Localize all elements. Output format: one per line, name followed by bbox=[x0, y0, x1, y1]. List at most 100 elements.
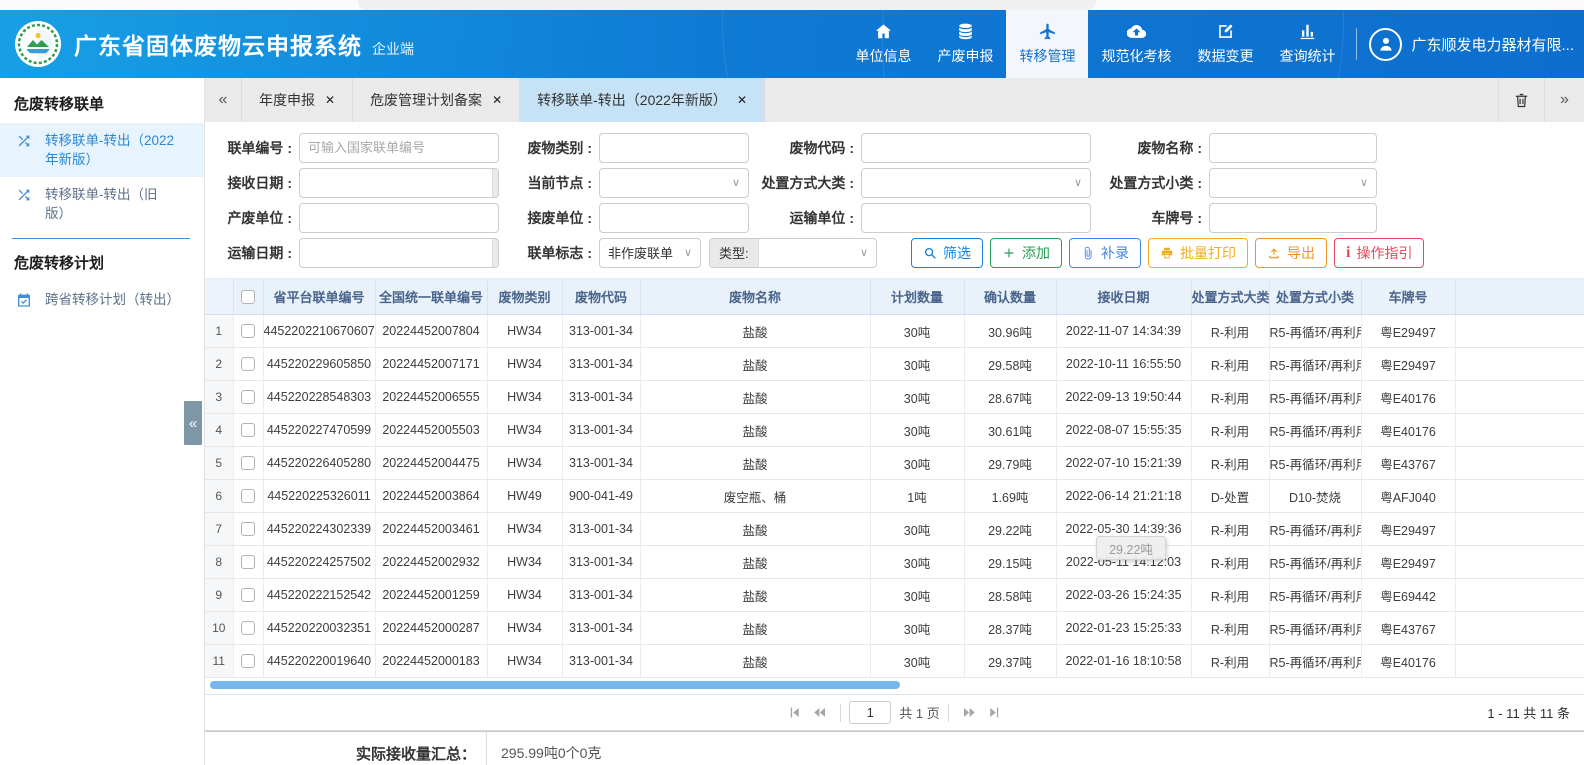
table-cell: R5-再循环/再利用其 bbox=[1269, 414, 1361, 447]
add-button[interactable]: 添加 bbox=[990, 238, 1062, 268]
row-checkbox[interactable] bbox=[241, 357, 255, 371]
table-row[interactable]: 1144522022001964020224452000183HW34313-0… bbox=[205, 645, 1584, 678]
summary-label: 实际接收量汇总： bbox=[205, 732, 487, 765]
close-all-tabs-trash-icon[interactable] bbox=[1498, 78, 1544, 122]
column-header[interactable]: 全国统一联单编号 bbox=[375, 279, 487, 315]
manifest-flag-select[interactable]: 非作废联单∨ bbox=[599, 238, 701, 268]
column-header[interactable]: 计划数量 bbox=[870, 279, 964, 315]
nav-transfer-mgmt[interactable]: 转移管理 bbox=[1006, 10, 1088, 78]
guide-button[interactable]: i操作指引 bbox=[1334, 238, 1424, 268]
prev-page-icon[interactable] bbox=[812, 705, 827, 720]
column-header[interactable]: 接收日期 bbox=[1056, 279, 1191, 315]
row-checkbox[interactable] bbox=[241, 621, 255, 635]
generator-unit-input[interactable] bbox=[300, 204, 498, 232]
app-title: 广东省固体废物云申报系统 bbox=[74, 27, 362, 61]
table-cell: 20224452003461 bbox=[375, 513, 487, 546]
row-checkbox[interactable] bbox=[241, 654, 255, 668]
plate-no-input[interactable] bbox=[1210, 204, 1376, 232]
table-cell: R-利用 bbox=[1191, 645, 1269, 678]
transport-date-range-start[interactable] bbox=[300, 239, 492, 267]
column-header[interactable]: 处置方式小类 bbox=[1269, 279, 1361, 315]
column-header[interactable]: 废物名称 bbox=[640, 279, 870, 315]
batch-print-button[interactable]: 批量打印 bbox=[1148, 238, 1248, 268]
sidebar-item[interactable]: 转移联单-转出（2022年新版） bbox=[0, 123, 204, 177]
page-number-input[interactable] bbox=[849, 701, 891, 724]
row-checkbox[interactable] bbox=[241, 489, 255, 503]
sidebar-collapse-button[interactable]: « bbox=[184, 401, 202, 445]
nav-waste-declare[interactable]: 产废申报 bbox=[924, 10, 1006, 78]
receive-date-range-start[interactable] bbox=[300, 169, 492, 197]
nav-data-change[interactable]: 数据变更 bbox=[1184, 10, 1266, 78]
sidebar-item[interactable]: 转移联单-转出（旧版） bbox=[0, 177, 204, 231]
supplement-button[interactable]: 补录 bbox=[1069, 238, 1141, 268]
sidebar-item-label: 跨省转移计划（转出） bbox=[45, 290, 177, 309]
row-checkbox[interactable] bbox=[241, 423, 255, 437]
first-page-icon[interactable] bbox=[787, 705, 802, 720]
row-checkbox[interactable] bbox=[241, 555, 255, 569]
table-cell: 粤E29497 bbox=[1361, 315, 1455, 348]
sidebar-item[interactable]: 跨省转移计划（转出） bbox=[0, 282, 204, 317]
last-page-icon[interactable] bbox=[987, 705, 1002, 720]
tab[interactable]: 转移联单-转出（2022年新版）✕ bbox=[519, 78, 765, 122]
row-checkbox[interactable] bbox=[241, 588, 255, 602]
nav-standard-check[interactable]: 规范化考核 bbox=[1088, 10, 1184, 78]
nav-unit-info[interactable]: 单位信息 bbox=[842, 10, 924, 78]
horizontal-scrollbar-thumb[interactable] bbox=[210, 681, 900, 689]
current-node-select[interactable]: ∨ bbox=[599, 168, 749, 198]
tab-close-icon[interactable]: ✕ bbox=[325, 93, 335, 107]
row-checkbox[interactable] bbox=[241, 324, 255, 338]
waste-category-input[interactable] bbox=[600, 134, 748, 162]
table-row[interactable]: 444522022747059920224452005503HW34313-00… bbox=[205, 414, 1584, 447]
type-addon-label: 类型: bbox=[710, 239, 759, 267]
table-cell: 30吨 bbox=[870, 348, 964, 381]
nav-label: 转移管理 bbox=[1019, 46, 1075, 66]
table-row[interactable]: 344522022854830320224452006555HW34313-00… bbox=[205, 381, 1584, 414]
disposal-minor-select[interactable]: ∨ bbox=[1209, 168, 1377, 198]
table-row[interactable]: 544522022640528020224452004475HW34313-00… bbox=[205, 447, 1584, 480]
column-header[interactable]: 车牌号 bbox=[1361, 279, 1455, 315]
column-header[interactable]: 省平台联单编号 bbox=[263, 279, 375, 315]
tab[interactable]: 年度申报✕ bbox=[241, 78, 352, 122]
row-checkbox[interactable] bbox=[241, 522, 255, 536]
type-select[interactable]: ∨ bbox=[759, 239, 876, 267]
table-row[interactable]: 744522022430233920224452003461HW34313-00… bbox=[205, 513, 1584, 546]
table-row[interactable]: 244522022960585020224452007171HW34313-00… bbox=[205, 348, 1584, 381]
column-header[interactable]: 确认数量 bbox=[964, 279, 1056, 315]
table-row[interactable]: 1445220221067060720224452007804HW34313-0… bbox=[205, 315, 1584, 348]
tabs-scroll-right-icon[interactable]: » bbox=[1544, 78, 1584, 122]
select-all-checkbox[interactable] bbox=[241, 290, 255, 304]
user-menu[interactable]: 广东顺发电力器材有限... bbox=[1365, 10, 1584, 78]
value-tooltip: 29.22吨 bbox=[1096, 536, 1166, 560]
next-page-icon[interactable] bbox=[962, 705, 977, 720]
filter-button[interactable]: 筛选 bbox=[911, 238, 983, 268]
export-button[interactable]: 导出 bbox=[1255, 238, 1327, 268]
table-cell: 28.58吨 bbox=[964, 579, 1056, 612]
filter-label: 接废单位 : bbox=[507, 208, 599, 228]
table-row[interactable]: 844522022425750220224452002932HW34313-00… bbox=[205, 546, 1584, 579]
table-row[interactable]: 944522022215254220224452001259HW34313-00… bbox=[205, 579, 1584, 612]
manifest-no-input[interactable] bbox=[300, 134, 498, 162]
waste-code-input[interactable] bbox=[862, 134, 1090, 162]
row-checkbox[interactable] bbox=[241, 390, 255, 404]
table-row[interactable]: 644522022532601120224452003864HW49900-04… bbox=[205, 480, 1584, 513]
transport-unit-input[interactable] bbox=[862, 204, 1090, 232]
column-header[interactable]: 处置方式大类 bbox=[1191, 279, 1269, 315]
table-cell: 445220224302339 bbox=[263, 513, 375, 546]
disposal-major-select[interactable]: ∨ bbox=[861, 168, 1091, 198]
table-cell: 粤E40176 bbox=[1361, 381, 1455, 414]
total-pages-label: 共 1 页 bbox=[899, 703, 939, 722]
tab[interactable]: 危废管理计划备案✕ bbox=[352, 78, 519, 122]
filter-label: 联单标志 : bbox=[507, 243, 599, 263]
receiver-unit-input[interactable] bbox=[600, 204, 748, 232]
table-row[interactable]: 1044522022003235120224452000287HW34313-0… bbox=[205, 612, 1584, 645]
nav-query-stats[interactable]: 查询统计 bbox=[1266, 10, 1348, 78]
row-checkbox[interactable] bbox=[241, 456, 255, 470]
tabs-scroll-left-icon[interactable]: « bbox=[205, 78, 241, 122]
column-header[interactable]: 废物类别 bbox=[487, 279, 562, 315]
tab-bar: « 年度申报✕危废管理计划备案✕转移联单-转出（2022年新版）✕ » bbox=[205, 78, 1584, 122]
waste-name-input[interactable] bbox=[1210, 134, 1376, 162]
tab-close-icon[interactable]: ✕ bbox=[737, 93, 747, 107]
tab-close-icon[interactable]: ✕ bbox=[492, 93, 502, 107]
sidebar-item-label: 转移联单-转出（2022年新版） bbox=[45, 131, 177, 169]
column-header[interactable]: 废物代码 bbox=[562, 279, 640, 315]
